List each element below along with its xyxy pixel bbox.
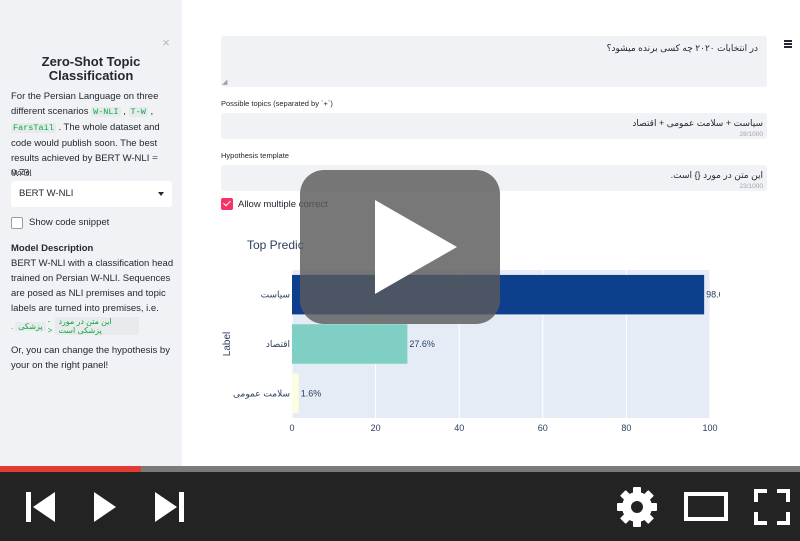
intro-sep-2: , xyxy=(147,106,154,117)
player-controls xyxy=(0,472,800,541)
hypothesis-value: این متن در مورد {} است. xyxy=(670,170,763,180)
resize-grip-icon[interactable]: ◢ xyxy=(222,78,227,86)
bar-data-label: 98.6% xyxy=(706,290,720,300)
bar-data-label: 27.6% xyxy=(409,339,435,349)
caret-down-icon xyxy=(158,192,164,196)
y-tick-label: اقتصاد xyxy=(266,340,290,350)
topics-input[interactable]: سیاست + سلامت عمومی + اقتصاد 28/1000 xyxy=(221,113,767,139)
y-axis-title: Label xyxy=(222,332,233,356)
code-w-nli: W-NLI xyxy=(91,107,121,117)
rtl-hypothesis-code: این متن در مورد پزشکی است xyxy=(55,317,139,335)
hypothesis-label: Hypothesis template xyxy=(221,151,289,160)
model-select[interactable]: BERT W-NLI xyxy=(11,181,172,207)
code-t-w: T-W xyxy=(128,107,148,117)
rtl-dot: . xyxy=(11,321,14,331)
checkbox-checked[interactable] xyxy=(221,198,233,210)
x-tick-label: 80 xyxy=(621,423,631,433)
chart-title: Top Predic xyxy=(247,238,304,252)
settings-icon[interactable] xyxy=(614,472,660,541)
big-play-button[interactable] xyxy=(300,170,500,324)
x-tick-label: 40 xyxy=(454,423,464,433)
intro-sep-1: , xyxy=(120,106,129,117)
app-frame: × Zero-Shot Topic Classification For the… xyxy=(0,0,800,541)
rtl-arrow: -> xyxy=(47,317,53,335)
show-code-checkbox[interactable]: Show code snippet xyxy=(11,216,109,229)
y-tick-label: سیاست xyxy=(261,291,290,301)
show-code-label: Show code snippet xyxy=(29,217,110,228)
sidebar-intro: For the Persian Language on three differ… xyxy=(11,89,175,181)
hypothesis-char-count: 23/1000 xyxy=(739,183,764,190)
topics-label: Possible topics (separated by `+`) xyxy=(221,99,333,108)
model-description-text: BERT W-NLI with a classification head tr… xyxy=(11,258,174,314)
sidebar-title: Zero-Shot Topic Classification xyxy=(41,54,141,83)
y-labels: سیاست اقتصاد سلامت عمومی xyxy=(233,291,290,400)
x-tick-label: 60 xyxy=(538,423,548,433)
model-description-heading: Model Description xyxy=(11,243,94,254)
theater-mode-icon[interactable] xyxy=(682,472,730,541)
x-tick-label: 0 xyxy=(289,423,294,433)
y-tick-label: سلامت عمومی xyxy=(233,389,290,399)
next-icon[interactable] xyxy=(148,472,190,541)
x-ticks: 0 20 40 60 80 100 xyxy=(289,423,717,433)
model-select-value: BERT W-NLI xyxy=(19,188,74,199)
text-input-area[interactable]: در انتخابات ۲۰۲۰ چه کسی برنده میشود؟ ◢ xyxy=(221,36,767,87)
text-input-value: در انتخابات ۲۰۲۰ چه کسی برنده میشود؟ xyxy=(606,43,758,53)
bar[interactable] xyxy=(292,373,299,414)
bar-data-label: 1.6% xyxy=(301,388,322,398)
model-label: Model xyxy=(11,168,32,177)
sidebar-footer: Or, you can change the hypothesis by you… xyxy=(11,345,170,371)
close-sidebar-icon[interactable]: × xyxy=(159,36,173,50)
topics-char-count: 28/1000 xyxy=(739,131,764,138)
fullscreen-icon[interactable] xyxy=(750,472,794,541)
code-farstail: FarsTail xyxy=(11,123,56,133)
topics-value: سیاست + سلامت عمومی + اقتصاد xyxy=(632,118,763,128)
rtl-label-code: پزشکی xyxy=(15,321,46,331)
x-tick-label: 20 xyxy=(371,423,381,433)
previous-icon[interactable] xyxy=(20,472,62,541)
rtl-example: . پزشکی -> این متن در مورد پزشکی است xyxy=(11,317,141,335)
checkbox-box[interactable] xyxy=(11,216,23,229)
play-icon[interactable] xyxy=(88,472,122,541)
hamburger-icon[interactable] xyxy=(784,40,792,48)
bar[interactable] xyxy=(292,324,408,364)
sidebar: × Zero-Shot Topic Classification For the… xyxy=(0,0,182,466)
x-tick-label: 100 xyxy=(702,423,717,433)
